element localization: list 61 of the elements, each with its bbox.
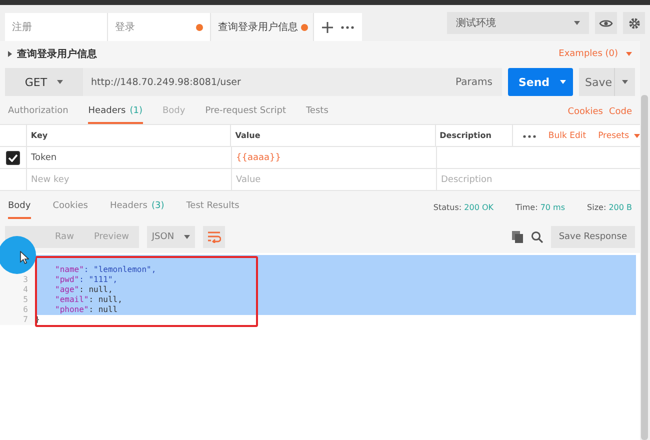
request-tab[interactable]: 登录	[108, 13, 211, 41]
checkbox[interactable]	[6, 150, 20, 164]
status-label: Size:	[587, 202, 606, 212]
scrollbar[interactable]	[641, 95, 648, 440]
settings-icon[interactable]	[623, 12, 645, 34]
line-number: 7	[0, 315, 35, 325]
copy-icon[interactable]	[512, 231, 523, 243]
status-label: Status:	[433, 202, 462, 212]
key-field[interactable]: New key	[27, 169, 232, 190]
request-title: 查询登录用户信息	[17, 47, 97, 61]
eye-icon[interactable]	[595, 12, 617, 34]
status-value: 200 B	[608, 202, 632, 212]
presets-dropdown[interactable]: Presets	[598, 130, 640, 140]
table-cell: {{aaaa}}	[232, 147, 437, 168]
caret-icon[interactable]	[622, 80, 628, 84]
request-section-tab[interactable]: Authorization	[8, 100, 68, 124]
response-tab[interactable]: Body	[8, 195, 31, 219]
response-tab[interactable]: Test Results	[186, 195, 240, 219]
mouse-pointer-icon	[20, 251, 29, 264]
caret-icon[interactable]	[574, 21, 580, 25]
table-cell: Token	[27, 147, 232, 168]
response-tab[interactable]: Headers (3)	[110, 195, 164, 219]
examples-dropdown[interactable]: Examples (0)	[558, 49, 632, 59]
save-response-button[interactable]: Save Response	[550, 226, 635, 248]
description-field[interactable]: Description	[437, 169, 640, 190]
link[interactable]: Cookies	[568, 107, 603, 117]
column-header: Key	[26, 125, 232, 146]
caret-icon[interactable]	[560, 80, 566, 84]
status-label: Time:	[516, 202, 538, 212]
status-value: 70 ms	[540, 202, 566, 212]
column-header: Value	[231, 125, 436, 146]
more-icon[interactable]	[341, 26, 354, 28]
environment-dropdown[interactable]: 测试环境	[447, 12, 589, 34]
request-tab[interactable]: 查询登录用户信息	[211, 13, 314, 41]
request-section-tab[interactable]: Tests	[306, 100, 328, 124]
url-field[interactable]: http://148.70.249.98:8081/user	[83, 68, 446, 96]
expand-icon[interactable]	[8, 51, 12, 57]
view-mode-button[interactable]: Preview	[84, 226, 139, 248]
link[interactable]: Code	[608, 107, 632, 117]
line-number: 5	[0, 295, 35, 305]
status-value: 200 OK	[464, 202, 494, 212]
line-number: 4	[0, 285, 35, 295]
caret-icon[interactable]	[634, 134, 640, 138]
caret-icon[interactable]	[184, 235, 190, 239]
bulk-edit-link[interactable]: Bulk Edit	[548, 130, 586, 140]
column-header: Description	[436, 125, 514, 146]
method-dropdown[interactable]: GET	[5, 68, 83, 96]
caret-icon[interactable]	[57, 80, 64, 84]
response-tab[interactable]: Cookies	[52, 195, 88, 219]
request-section-tab[interactable]: Pre-request Script	[205, 100, 286, 124]
wrap-icon[interactable]	[202, 226, 225, 248]
caret-icon[interactable]	[626, 52, 632, 56]
view-mode-button[interactable]: Raw	[45, 226, 84, 248]
format-dropdown[interactable]: JSON	[146, 226, 195, 248]
search-icon[interactable]	[530, 231, 543, 243]
params-button[interactable]: Params	[446, 68, 502, 96]
value-field[interactable]: Value	[232, 169, 437, 190]
request-tab[interactable]: 注册	[5, 13, 108, 41]
line-number: 6	[0, 305, 35, 315]
line-number: 3	[0, 275, 35, 285]
plus-icon[interactable]	[322, 22, 333, 32]
